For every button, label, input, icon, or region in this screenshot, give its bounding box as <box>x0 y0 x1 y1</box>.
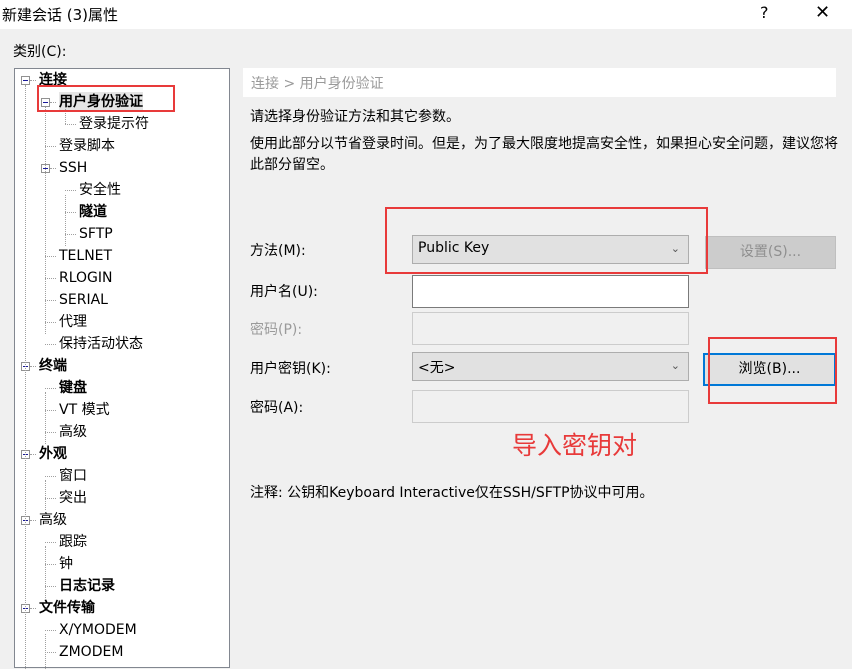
password-input[interactable] <box>412 312 689 345</box>
tree-item[interactable]: 日志记录 <box>59 576 115 596</box>
tree-connector <box>45 542 56 543</box>
tree-connector <box>45 300 56 301</box>
tree-connector <box>65 124 76 125</box>
tree-connector <box>65 190 76 191</box>
tree-connector <box>45 498 56 499</box>
username-label: 用户名(U): <box>250 284 318 300</box>
tree-connector <box>45 634 46 669</box>
tree-item[interactable]: 保持活动状态 <box>59 334 143 354</box>
tree-connector <box>45 344 56 345</box>
tree-item[interactable]: X/YMODEM <box>59 620 137 640</box>
breadcrumb: 连接 > 用户身份验证 <box>243 68 836 97</box>
tree-item[interactable]: 外观 <box>39 444 67 464</box>
tree-connector <box>30 80 36 81</box>
tree-item[interactable]: 高级 <box>59 422 87 442</box>
tree-item[interactable]: SERIAL <box>59 290 108 310</box>
tree-item[interactable]: 登录提示符 <box>79 114 149 134</box>
tree-item[interactable]: RLOGIN <box>59 268 113 288</box>
username-input[interactable] <box>412 275 689 308</box>
tree-connector <box>45 546 46 598</box>
tree-connector <box>45 630 56 631</box>
tree-connector <box>30 520 36 521</box>
title-bar <box>0 0 852 29</box>
window-title: 新建会话 (3)属性 <box>2 6 119 24</box>
category-tree[interactable]: 连接 用户身份验证 登录提示符 登录脚本 SSH 安全性 隧道 SFTP TELNET RLOGI… <box>14 68 230 669</box>
settings-button[interactable]: 设置(S)... <box>705 236 836 269</box>
tree-connector <box>45 322 56 323</box>
tree-connector <box>25 85 26 669</box>
tree-connector <box>45 278 56 279</box>
tree-connector <box>30 366 36 367</box>
tree-item[interactable]: TELNET <box>59 246 112 266</box>
tree-item[interactable]: 安全性 <box>79 180 121 200</box>
method-label: 方法(M): <box>250 243 306 259</box>
tree-connector <box>45 564 56 565</box>
tree-item[interactable]: 代理 <box>59 312 87 332</box>
description-text: 使用此部分以节省登录时间。但是，为了最大限度地提高安全性，如果担心安全问题，建议… <box>250 136 838 173</box>
help-button[interactable]: ? <box>760 3 769 22</box>
tree-item[interactable]: 突出 <box>59 488 87 508</box>
tree-connector <box>45 432 56 433</box>
tree-item[interactable]: 隧道 <box>79 202 107 222</box>
tree-connector <box>45 392 46 444</box>
tree-connector <box>45 256 56 257</box>
tree-connector <box>50 168 56 169</box>
tree-item[interactable]: 窗口 <box>59 466 87 486</box>
passphrase-input[interactable] <box>412 390 689 423</box>
tree-connector <box>45 388 56 389</box>
tree-item[interactable]: SSH <box>59 158 87 178</box>
tree-item[interactable]: 键盘 <box>59 378 87 398</box>
note-text: 注释: 公钥和Keyboard Interactive仅在SSH/SFTP协议中… <box>250 485 654 501</box>
tree-item[interactable]: VT 模式 <box>59 400 110 420</box>
tree-connector <box>45 476 56 477</box>
tree-item[interactable]: 跟踪 <box>59 532 87 552</box>
tree-connector <box>45 146 56 147</box>
tree-connector <box>45 586 56 587</box>
tree-connector <box>30 454 36 455</box>
tree-connector <box>30 608 36 609</box>
tree-connector <box>45 410 56 411</box>
highlight-box-browse <box>708 337 837 404</box>
user-key-select[interactable]: <无> ⌄ <box>412 352 689 381</box>
chevron-down-icon: ⌄ <box>670 359 680 372</box>
intro-text: 请选择身份验证方法和其它参数。 <box>250 109 460 125</box>
password-label: 密码(P): <box>250 322 303 338</box>
tree-item[interactable]: 登录脚本 <box>59 136 115 156</box>
passphrase-label: 密码(A): <box>250 400 304 416</box>
annotation-import-keypair: 导入密钥对 <box>512 431 638 460</box>
tree-connector <box>45 480 46 510</box>
tree-item[interactable]: 文件传输 <box>39 598 95 618</box>
highlight-box-method <box>385 207 708 274</box>
user-key-value: <无> <box>418 360 456 376</box>
close-button[interactable]: ✕ <box>815 2 830 23</box>
tree-item[interactable]: 高级 <box>39 510 67 530</box>
tree-item[interactable]: SFTP <box>79 224 113 244</box>
user-key-label: 用户密钥(K): <box>250 361 331 377</box>
category-label: 类别(C): <box>13 44 67 60</box>
tree-connector <box>65 195 66 246</box>
tree-item[interactable]: ZMODEM <box>59 642 123 662</box>
tree-connector <box>65 234 76 235</box>
tree-connector <box>45 652 56 653</box>
highlight-box-auth <box>37 85 175 112</box>
tree-connector <box>45 107 46 334</box>
collapse-icon[interactable] <box>21 76 30 85</box>
tree-item[interactable]: 钟 <box>59 554 73 574</box>
tree-item[interactable]: 终端 <box>39 356 67 376</box>
tree-connector <box>65 212 76 213</box>
